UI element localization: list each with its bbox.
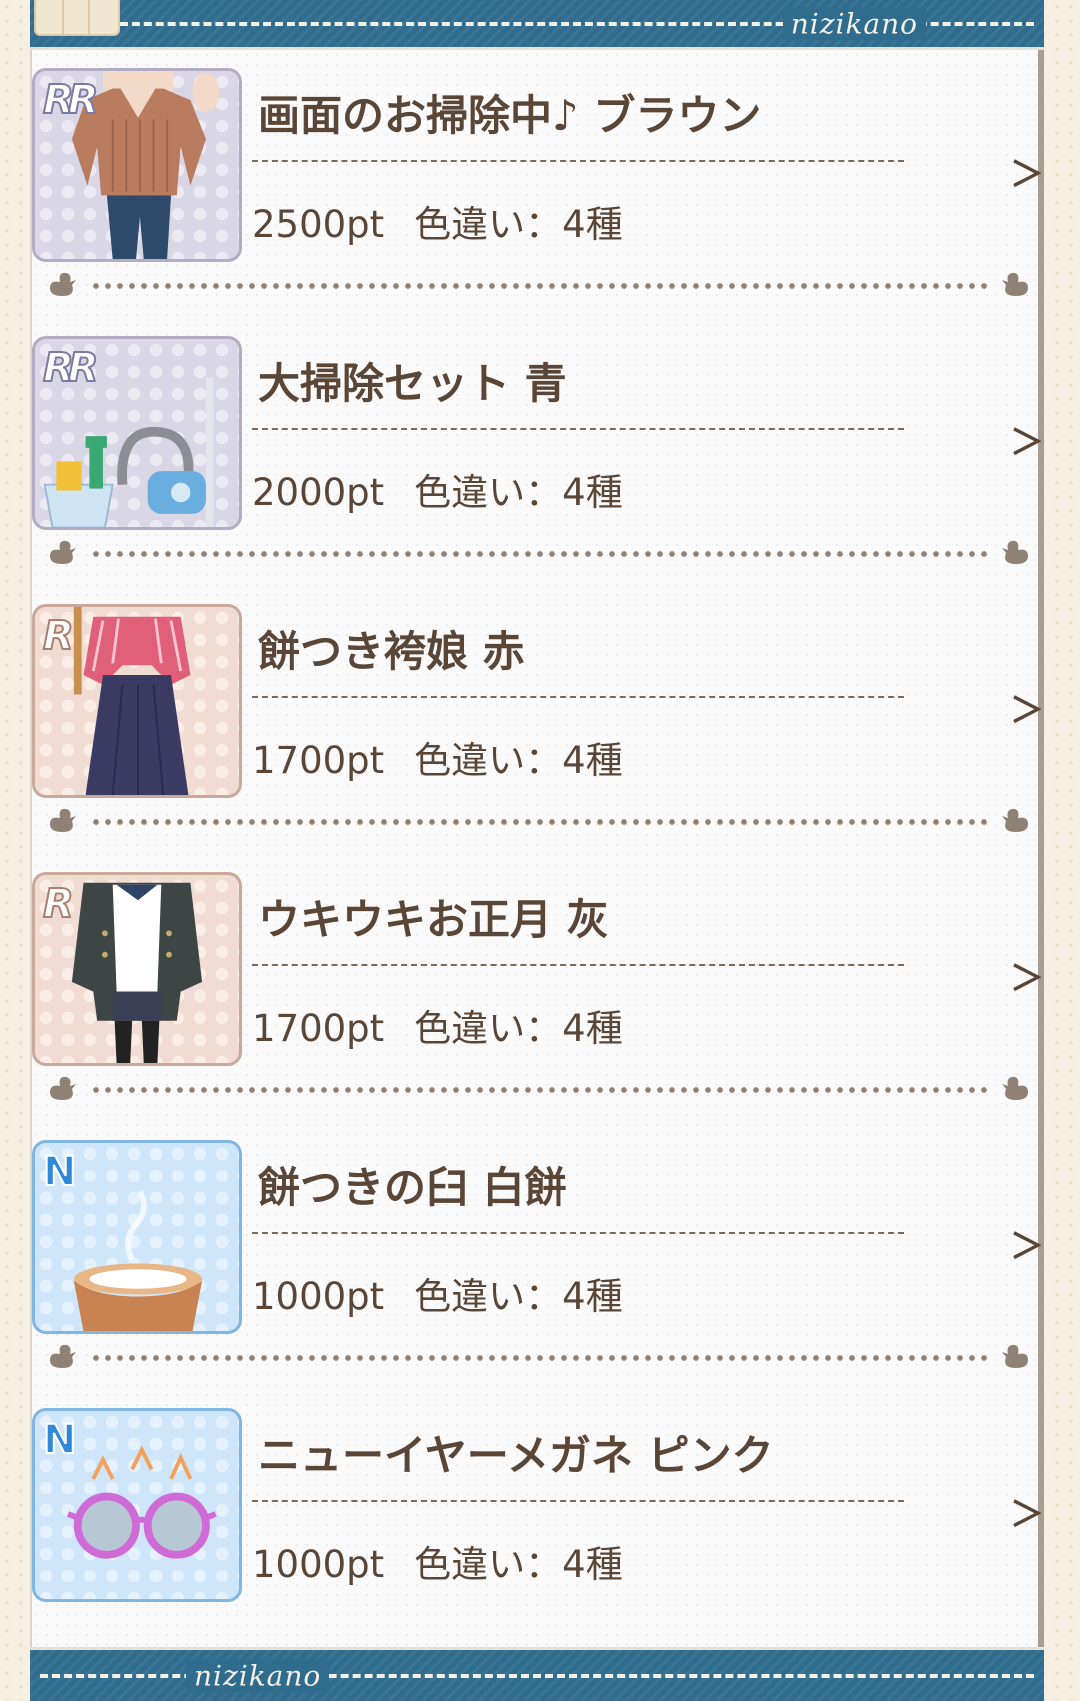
duck-icon [1002, 272, 1028, 296]
dotted-divider [46, 270, 1032, 298]
item-meta: 2500pt 色違い：4種 [252, 194, 623, 248]
dashed-separator [252, 964, 904, 966]
item-thumbnail: R [32, 872, 242, 1066]
chevron-right-icon[interactable]: ＞ [1010, 694, 1044, 728]
rarity-badge: R [42, 612, 75, 660]
item-variants: 色違い：4種 [414, 1275, 623, 1318]
item-variants: 色違い：4種 [414, 739, 623, 782]
item-points: 2500pt [252, 203, 385, 246]
duck-icon [1002, 1076, 1028, 1100]
dots-line [90, 1354, 988, 1362]
dashed-separator [252, 160, 904, 162]
duck-icon [1002, 540, 1028, 564]
top-banner: nizikano [30, 0, 1044, 50]
item-points: 2000pt [252, 471, 385, 514]
brand-logo-top: nizikano [782, 7, 926, 40]
dotted-divider [46, 1342, 1032, 1370]
rarity-badge: N [42, 1148, 78, 1196]
item-thumbnail: N [32, 1140, 242, 1334]
item-meta: 1700pt 色違い：4種 [252, 730, 623, 784]
list-item[interactable]: RR 画面のお掃除中♪ ブラウン 2500pt 色違い：4種 ＞ [30, 64, 1044, 332]
dots-line [90, 550, 988, 558]
item-title: ウキウキお正月 灰 [258, 895, 609, 944]
ribbon-tag-decoration [34, 0, 120, 36]
item-points: 1700pt [252, 739, 385, 782]
duck-icon [1002, 808, 1028, 832]
chevron-right-icon[interactable]: ＞ [1010, 962, 1044, 996]
dotted-divider [46, 1074, 1032, 1102]
item-meta: 1000pt 色違い：4種 [252, 1534, 623, 1588]
chevron-right-icon[interactable]: ＞ [1010, 158, 1044, 192]
list-item[interactable]: RR 大掃除セット 青 2000pt 色違い：4種 ＞ [30, 332, 1044, 600]
duck-icon [50, 540, 76, 564]
dashed-separator [252, 428, 904, 430]
dashed-separator [252, 1500, 904, 1502]
dotted-divider [46, 806, 1032, 834]
item-title: 餅つきの臼 白餅 [258, 1163, 567, 1212]
item-points: 1000pt [252, 1275, 385, 1318]
rarity-badge: N [42, 1416, 78, 1464]
list-item[interactable]: R 餅つき袴娘 赤 1700pt 色違い：4種 ＞ [30, 600, 1044, 868]
duck-icon [50, 1076, 76, 1100]
rarity-badge: R [42, 880, 75, 928]
chevron-right-icon[interactable]: ＞ [1010, 1498, 1044, 1532]
rarity-badge: RR [42, 76, 100, 124]
dashed-separator [252, 1232, 904, 1234]
list-item[interactable]: R ウキウキお正月 灰 1700pt 色違い：4種 ＞ [30, 868, 1044, 1136]
item-points: 1700pt [252, 1007, 385, 1050]
dots-line [90, 282, 988, 290]
duck-icon [1002, 1344, 1028, 1368]
chevron-right-icon[interactable]: ＞ [1010, 426, 1044, 460]
shop-item-list: RR 画面のお掃除中♪ ブラウン 2500pt 色違い：4種 ＞ RR 大掃除セ… [30, 64, 1044, 1672]
item-thumbnail: RR [32, 68, 242, 262]
item-meta: 1700pt 色違い：4種 [252, 998, 623, 1052]
item-title: 餅つき袴娘 赤 [258, 627, 525, 676]
rarity-badge: RR [42, 344, 100, 392]
item-variants: 色違い：4種 [414, 1007, 623, 1050]
list-item[interactable]: N 餅つきの臼 白餅 1000pt 色違い：4種 ＞ [30, 1136, 1044, 1404]
item-meta: 1000pt 色違い：4種 [252, 1266, 623, 1320]
dashed-separator [252, 696, 904, 698]
item-thumbnail: RR [32, 336, 242, 530]
item-title: 画面のお掃除中♪ ブラウン [258, 91, 762, 140]
list-item[interactable]: N ニューイヤーメガネ ピンク 1000pt 色違い：4種 ＞ [30, 1404, 1044, 1672]
item-variants: 色違い：4種 [414, 203, 623, 246]
item-points: 1000pt [252, 1543, 385, 1586]
item-variants: 色違い：4種 [414, 471, 623, 514]
duck-icon [50, 808, 76, 832]
item-thumbnail: N [32, 1408, 242, 1602]
brand-logo-bottom: nizikano [186, 1659, 330, 1692]
item-title: 大掃除セット 青 [258, 359, 567, 408]
item-title: ニューイヤーメガネ ピンク [258, 1431, 774, 1480]
duck-icon [50, 272, 76, 296]
item-meta: 2000pt 色違い：4種 [252, 462, 623, 516]
item-thumbnail: R [32, 604, 242, 798]
dotted-divider [46, 538, 1032, 566]
dots-line [90, 1086, 988, 1094]
item-variants: 色違い：4種 [414, 1543, 623, 1586]
chevron-right-icon[interactable]: ＞ [1010, 1230, 1044, 1264]
dots-line [90, 818, 988, 826]
bottom-banner: nizikano [30, 1647, 1044, 1701]
duck-icon [50, 1344, 76, 1368]
